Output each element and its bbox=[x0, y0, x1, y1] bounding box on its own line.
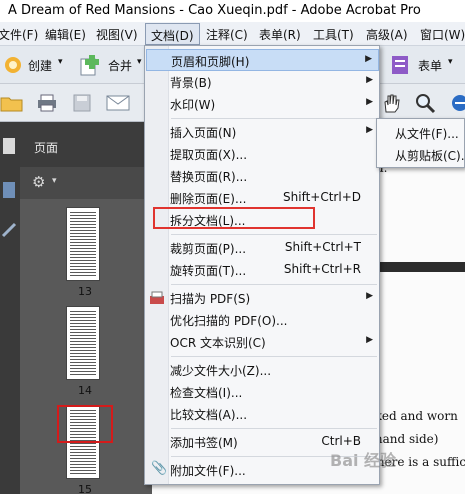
page-thumbnail[interactable] bbox=[66, 207, 100, 281]
page-thumbnail[interactable] bbox=[66, 306, 100, 380]
menu-item-label: 比较文档(A)... bbox=[170, 408, 248, 422]
menu-separator bbox=[171, 356, 377, 357]
menu-item-optimize-scanned[interactable]: 优化扫描的 PDF(O)... bbox=[146, 309, 379, 331]
window-title: A Dream of Red Mansions - Cao Xueqin.pdf… bbox=[8, 3, 421, 18]
scan-icon bbox=[150, 291, 164, 304]
forms-button[interactable]: 表单 bbox=[418, 57, 442, 74]
menu-item-scan-to-pdf[interactable]: 扫描为 PDF(S) ▶ bbox=[146, 287, 379, 309]
combine-icon[interactable] bbox=[78, 53, 102, 77]
menu-item-shortcut: Ctrl+B bbox=[321, 434, 361, 448]
print-icon[interactable] bbox=[36, 93, 58, 113]
signatures-panel-icon[interactable] bbox=[1, 220, 17, 240]
menu-item-shortcut: Shift+Ctrl+D bbox=[283, 190, 361, 204]
menu-item-label: 提取页面(X)... bbox=[170, 148, 248, 162]
menu-item-replace-pages[interactable]: 替换页面(R)... bbox=[146, 165, 379, 187]
submenu-item-from-file[interactable]: 从文件(F)... bbox=[395, 125, 459, 142]
insert-pages-submenu: 从文件(F)... 从剪贴板(C)... bbox=[376, 118, 465, 168]
menu-item-label: 减少文件大小(Z)... bbox=[170, 364, 272, 378]
page-number: 15 bbox=[78, 483, 92, 494]
menu-item-examine-document[interactable]: 检查文档(I)... bbox=[146, 381, 379, 403]
submenu-arrow-icon: ▶ bbox=[366, 335, 373, 345]
pages-panel-title: 页面 bbox=[34, 141, 59, 155]
menu-item-rotate-pages[interactable]: 旋转页面(T)... Shift+Ctrl+R bbox=[146, 259, 379, 281]
menu-advanced[interactable]: 高级(A) bbox=[366, 26, 408, 43]
gear-icon[interactable]: ⚙ bbox=[32, 173, 45, 191]
navigation-pane-strip bbox=[0, 122, 20, 494]
menu-item-label: OCR 文本识别(C) bbox=[170, 336, 266, 350]
menu-window[interactable]: 窗口(W) bbox=[420, 26, 465, 43]
menu-item-label: 页眉和页脚(H) bbox=[171, 55, 250, 69]
menu-separator bbox=[171, 234, 377, 235]
menu-comments[interactable]: 注释(C) bbox=[206, 26, 248, 43]
watermark-text: Bai 经验 bbox=[330, 451, 397, 470]
menu-item-ocr[interactable]: OCR 文本识别(C) ▶ bbox=[146, 331, 379, 353]
menu-item-reduce-file-size[interactable]: 减少文件大小(Z)... bbox=[146, 359, 379, 381]
create-icon[interactable] bbox=[2, 54, 24, 76]
menu-item-label: 裁剪页面(P)... bbox=[170, 242, 247, 256]
menu-separator bbox=[171, 284, 377, 285]
menu-item-label: 插入页面(N) bbox=[170, 126, 237, 140]
open-folder-icon[interactable] bbox=[0, 93, 24, 113]
menu-item-watermark[interactable]: 水印(W) ▶ bbox=[146, 93, 379, 115]
email-icon[interactable] bbox=[106, 94, 130, 112]
menu-item-shortcut: Shift+Ctrl+R bbox=[283, 262, 361, 276]
menu-edit[interactable]: 编辑(E) bbox=[45, 26, 86, 43]
paperclip-icon: 📎 bbox=[151, 461, 168, 476]
menu-item-extract-pages[interactable]: 提取页面(X)... bbox=[146, 143, 379, 165]
hand-tool-icon[interactable] bbox=[380, 92, 402, 114]
save-icon[interactable] bbox=[72, 93, 92, 113]
menu-item-compare-documents[interactable]: 比较文档(A)... bbox=[146, 403, 379, 425]
combine-dropdown-icon[interactable]: ▾ bbox=[137, 57, 142, 67]
submenu-arrow-icon: ▶ bbox=[365, 54, 372, 64]
menu-item-header-footer[interactable]: 页眉和页脚(H) ▶ bbox=[146, 49, 379, 71]
chevron-down-icon[interactable]: ▾ bbox=[52, 176, 57, 186]
menu-forms[interactable]: 表单(R) bbox=[259, 26, 301, 43]
page-number: 14 bbox=[78, 384, 92, 397]
menu-item-label: 删除页面(E)... bbox=[170, 192, 247, 206]
menu-item-label: 附加文件(F)... bbox=[170, 464, 246, 478]
menu-item-label: 旋转页面(T)... bbox=[170, 264, 247, 278]
submenu-arrow-icon: ▶ bbox=[366, 75, 373, 85]
menu-item-label: 扫描为 PDF(S) bbox=[170, 292, 251, 306]
menu-bar: 文件(F) 编辑(E) 视图(V) 文档(D) 注释(C) 表单(R) 工具(T… bbox=[0, 22, 465, 46]
submenu-arrow-icon: ▶ bbox=[366, 291, 373, 301]
zoom-icon[interactable] bbox=[414, 92, 436, 114]
thumbnail-selection-outline bbox=[57, 405, 113, 443]
menu-item-label: 背景(B) bbox=[170, 76, 212, 90]
menu-item-label: 优化扫描的 PDF(O)... bbox=[170, 314, 288, 328]
page-number: 13 bbox=[78, 285, 92, 298]
menu-item-delete-pages[interactable]: 删除页面(E)... Shift+Ctrl+D bbox=[146, 187, 379, 209]
pages-panel-icon[interactable] bbox=[1, 136, 17, 156]
forms-dropdown-icon[interactable]: ▾ bbox=[448, 57, 453, 67]
create-button[interactable]: 创建 bbox=[28, 57, 52, 74]
menu-separator bbox=[171, 428, 377, 429]
document-menu: 页眉和页脚(H) ▶ 背景(B) ▶ 水印(W) ▶ 插入页面(N) ▶ 提取页… bbox=[144, 45, 380, 485]
pages-panel-toolbar: ⚙ ▾ bbox=[20, 167, 152, 199]
menu-item-label: 水印(W) bbox=[170, 98, 216, 112]
forms-icon[interactable] bbox=[391, 55, 409, 75]
submenu-item-from-clipboard[interactable]: 从剪贴板(C)... bbox=[395, 147, 465, 164]
menu-item-label: 替换页面(R)... bbox=[170, 170, 248, 184]
menu-item-background[interactable]: 背景(B) ▶ bbox=[146, 71, 379, 93]
menu-item-crop-pages[interactable]: 裁剪页面(P)... Shift+Ctrl+T bbox=[146, 237, 379, 259]
annotation-highlight-box bbox=[153, 207, 315, 229]
menu-file[interactable]: 文件(F) bbox=[0, 26, 38, 43]
menu-view[interactable]: 视图(V) bbox=[96, 26, 138, 43]
pages-panel-header: 页面 bbox=[20, 122, 152, 167]
title-bar: A Dream of Red Mansions - Cao Xueqin.pdf… bbox=[0, 0, 465, 22]
submenu-arrow-icon: ▶ bbox=[366, 125, 373, 135]
menu-item-label: 添加书签(M) bbox=[170, 436, 238, 450]
menu-item-label: 检查文档(I)... bbox=[170, 386, 243, 400]
menu-separator bbox=[171, 118, 377, 119]
menu-item-shortcut: Shift+Ctrl+T bbox=[284, 240, 361, 254]
create-dropdown-icon[interactable]: ▾ bbox=[58, 57, 63, 67]
menu-item-insert-pages[interactable]: 插入页面(N) ▶ bbox=[146, 121, 379, 143]
menu-document[interactable]: 文档(D) bbox=[145, 23, 200, 45]
submenu-arrow-icon: ▶ bbox=[366, 97, 373, 107]
zoom-out-icon[interactable] bbox=[450, 93, 465, 113]
combine-button[interactable]: 合并 bbox=[108, 57, 132, 74]
bookmarks-panel-icon[interactable] bbox=[1, 180, 17, 200]
menu-tools[interactable]: 工具(T) bbox=[313, 26, 354, 43]
